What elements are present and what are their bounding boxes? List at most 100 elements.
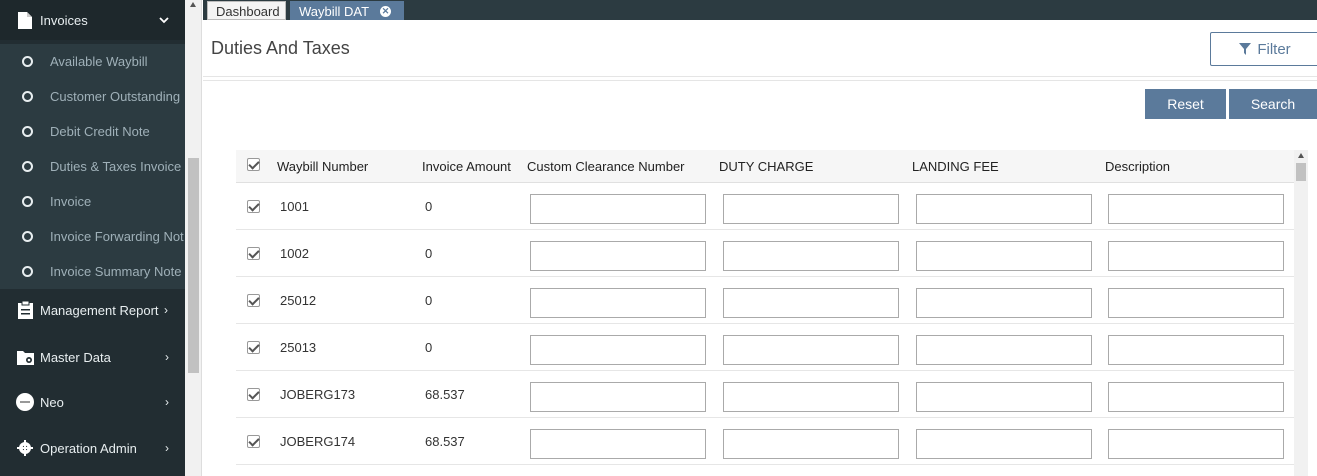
invoice-amount: 68.537 [425,387,465,402]
description-field[interactable] [1108,429,1284,459]
table-scrollbar[interactable] [1294,150,1308,476]
table-row: JOBERG173 68.537 [236,371,1294,418]
duty-charge-field[interactable] [723,288,899,318]
table-row: JOBERG174 68.537 [236,418,1294,465]
sidebar: Invoices Available Waybill Customer Outs… [0,0,185,476]
sidebar-scrollbar[interactable] [185,0,202,476]
neo-logo-icon [16,393,34,411]
column-header-description[interactable]: Description [1105,150,1170,183]
close-icon[interactable]: ✕ [380,6,391,17]
invoice-amount: 0 [425,199,433,214]
circle-icon [22,126,33,137]
row-checkbox[interactable] [247,294,260,307]
duty-charge-field[interactable] [723,335,899,365]
tab-label: Dashboard [216,4,280,19]
invoice-amount: 0 [425,246,433,261]
landing-fee-field[interactable] [916,335,1092,365]
column-header-landing-fee[interactable]: LANDING FEE [912,150,999,183]
sidebar-item-label: Invoice Summary Note [50,264,182,279]
select-all-checkbox[interactable] [247,158,260,171]
sidebar-item-operation-admin[interactable]: Operation Admin › [0,428,185,468]
table-row: 25012 0 [236,277,1294,324]
description-field[interactable] [1108,382,1284,412]
folder-gear-icon [16,348,34,366]
waybill-number: 1001 [280,199,309,214]
landing-fee-field[interactable] [916,241,1092,271]
file-icon [16,11,34,29]
row-checkbox[interactable] [247,341,260,354]
description-field[interactable] [1108,288,1284,318]
tab-bar: Dashboard Waybill DAT ✕ [203,0,1317,20]
sidebar-item-label: Master Data [40,349,111,365]
column-header-waybill-number[interactable]: Waybill Number [277,150,368,183]
duty-charge-field[interactable] [723,241,899,271]
reset-button[interactable]: Reset [1145,89,1226,119]
custom-clearance-number-field[interactable] [530,288,706,318]
row-checkbox[interactable] [247,247,260,260]
table-row: 1002 0 [236,230,1294,277]
custom-clearance-number-field[interactable] [530,335,706,365]
sidebar-item-label: Debit Credit Note [50,124,150,139]
gear-icon [16,439,34,457]
landing-fee-field[interactable] [916,288,1092,318]
custom-clearance-number-field[interactable] [530,382,706,412]
landing-fee-field[interactable] [916,429,1092,459]
duty-charge-field[interactable] [723,194,899,224]
sidebar-item-label: Invoice Forwarding Not [50,229,184,244]
divider [203,80,1317,81]
search-button[interactable]: Search [1229,89,1317,119]
landing-fee-field[interactable] [916,382,1092,412]
waybill-number: JOBERG173 [280,387,356,402]
sidebar-item-invoice-summary-note[interactable]: Invoice Summary Note [0,254,185,289]
duty-charge-field[interactable] [723,429,899,459]
sidebar-item-label: Duties & Taxes Invoice [50,159,182,174]
custom-clearance-number-field[interactable] [530,429,706,459]
description-field[interactable] [1108,241,1284,271]
custom-clearance-number-field[interactable] [530,194,706,224]
column-header-invoice-amount[interactable]: Invoice Amount [422,150,511,183]
circle-icon [22,266,33,277]
page-title: Duties And Taxes [211,38,350,58]
invoice-amount: 68.537 [425,434,465,449]
chevron-right-icon: › [164,303,168,317]
custom-clearance-number-field[interactable] [530,241,706,271]
column-header-duty-charge[interactable]: DUTY CHARGE [719,150,813,183]
waybill-number: 25013 [280,340,317,355]
sidebar-item-debit-credit-note[interactable]: Debit Credit Note [0,114,185,149]
sidebar-item-invoices[interactable]: Invoices [0,0,185,40]
sidebar-item-label: Management Report [40,302,159,318]
sidebar-item-customer-outstanding[interactable]: Customer Outstanding [0,79,185,114]
sidebar-item-invoice[interactable]: Invoice [0,184,185,219]
scrollbar-thumb[interactable] [1296,163,1306,181]
row-checkbox[interactable] [247,200,260,213]
waybill-number: JOBERG174 [280,434,356,449]
scroll-up-arrow-icon[interactable] [190,2,196,7]
filter-button[interactable]: Filter [1210,32,1317,66]
filter-label: Filter [1257,40,1291,58]
sidebar-item-invoice-forwarding-note[interactable]: Invoice Forwarding Not [0,219,185,254]
description-field[interactable] [1108,335,1284,365]
tab-waybill-dat[interactable]: Waybill DAT ✕ [290,1,404,20]
duty-charge-field[interactable] [723,382,899,412]
landing-fee-field[interactable] [916,194,1092,224]
row-checkbox[interactable] [247,435,260,448]
sidebar-item-duties-taxes-invoice[interactable]: Duties & Taxes Invoice [0,149,185,184]
waybill-number: 1002 [280,246,309,261]
sidebar-item-management-report[interactable]: Management Report › [0,290,185,330]
waybill-number: 25012 [280,293,317,308]
scroll-up-arrow-icon[interactable] [1298,153,1304,158]
chevron-down-icon [159,13,169,27]
invoice-amount: 0 [425,293,433,308]
description-field[interactable] [1108,194,1284,224]
scrollbar-thumb[interactable] [188,158,199,373]
sidebar-item-neo[interactable]: Neo › [0,382,185,422]
column-header-custom-clearance-number[interactable]: Custom Clearance Number [527,150,685,183]
sidebar-item-label: Invoice [50,194,92,209]
sidebar-item-master-data[interactable]: Master Data › [0,337,185,377]
tab-dashboard[interactable]: Dashboard [207,1,286,20]
sidebar-item-label: Operation Admin [40,440,137,456]
divider [203,76,1317,77]
row-checkbox[interactable] [247,388,260,401]
sidebar-item-available-waybill[interactable]: Available Waybill [0,44,185,79]
clipboard-icon [16,301,34,319]
